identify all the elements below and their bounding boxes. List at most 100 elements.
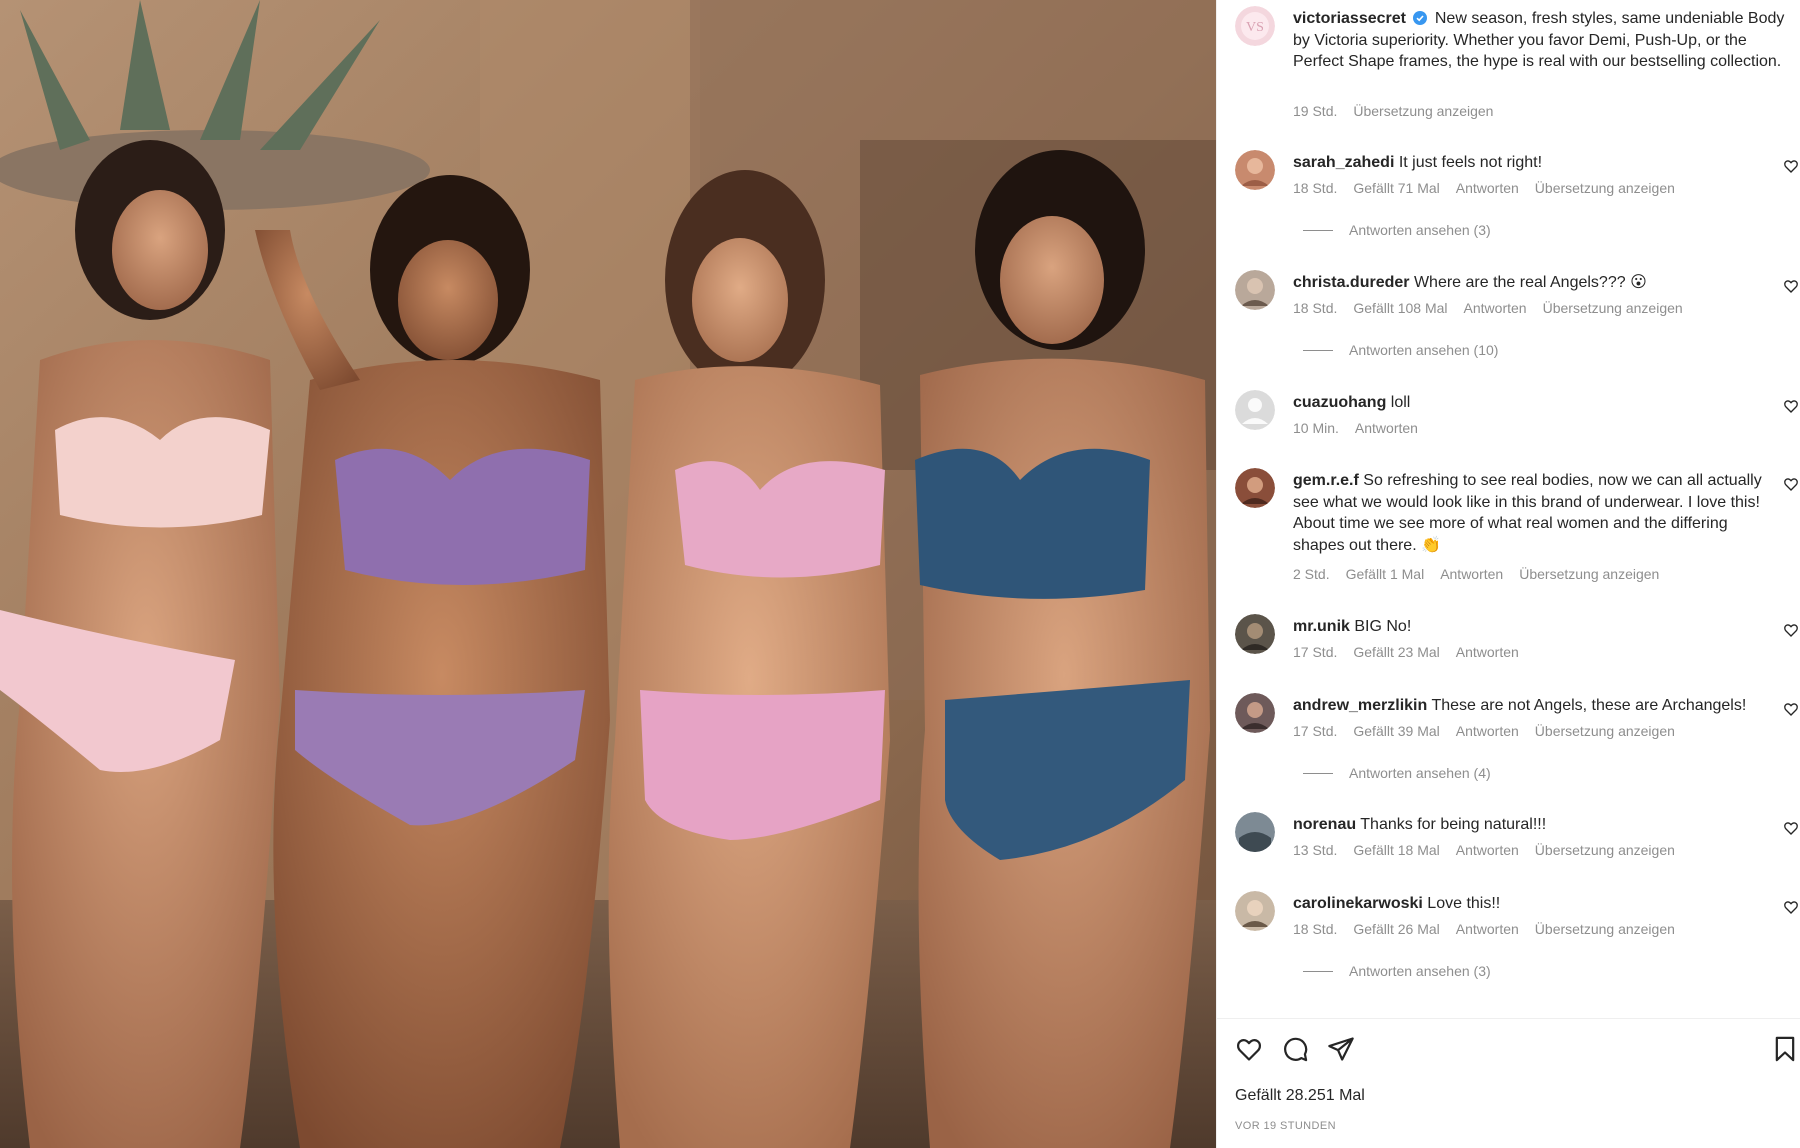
comment-text: Where are the real Angels??? 😮	[1413, 274, 1647, 291]
caption-text-block: victoriassecret New season, fresh styles…	[1293, 8, 1793, 73]
comment-heart-icon[interactable]	[1783, 701, 1799, 717]
replies-divider	[1303, 772, 1333, 774]
view-replies-button[interactable]: Antworten ansehen (3)	[1303, 963, 1491, 979]
comment-heart-icon[interactable]	[1783, 398, 1799, 414]
comment-likes[interactable]: Gefällt 39 Mal	[1353, 723, 1439, 739]
comment-heart-icon[interactable]	[1783, 278, 1799, 294]
view-replies-button[interactable]: Antworten ansehen (3)	[1303, 222, 1491, 238]
comment-text: BIG No!	[1354, 618, 1412, 635]
caption-translate-link[interactable]: Übersetzung anzeigen	[1353, 103, 1493, 119]
comment-reply-link[interactable]: Antworten	[1456, 921, 1519, 937]
comment-username[interactable]: sarah_zahedi	[1293, 154, 1394, 171]
comment-reply-link[interactable]: Antworten	[1456, 842, 1519, 858]
comment-translate-link[interactable]: Übersetzung anzeigen	[1535, 842, 1675, 858]
account-avatar[interactable]: VS	[1235, 6, 1275, 46]
comments-scroll[interactable]: VS victoriassecret New season, fresh sty…	[1217, 0, 1800, 1018]
comment-text-block: mr.unik BIG No!	[1293, 616, 1765, 638]
caption-time[interactable]: 19 Std.	[1293, 103, 1337, 119]
comment-likes[interactable]: Gefällt 18 Mal	[1353, 842, 1439, 858]
commenter-avatar[interactable]	[1235, 614, 1275, 654]
comment-likes[interactable]: Gefällt 108 Mal	[1353, 300, 1447, 316]
comment-reply-link[interactable]: Antworten	[1456, 644, 1519, 660]
likes-count[interactable]: Gefällt 28.251 Mal	[1235, 1087, 1365, 1105]
comment-heart-icon[interactable]	[1783, 476, 1799, 492]
comment-likes[interactable]: Gefällt 1 Mal	[1346, 566, 1425, 582]
comment-username[interactable]: norenau	[1293, 816, 1356, 833]
comment-translate-link[interactable]: Übersetzung anzeigen	[1535, 723, 1675, 739]
comment-text: loll	[1390, 394, 1411, 411]
view-replies-label: Antworten ansehen (4)	[1349, 765, 1491, 781]
comment-meta: 18 Std. Gefällt 108 Mal Antworten Überse…	[1293, 300, 1683, 316]
comment-username[interactable]: cuazuohang	[1293, 394, 1386, 411]
post-timestamp[interactable]: VOR 19 STUNDEN	[1235, 1120, 1336, 1132]
comment-heart-icon[interactable]	[1783, 622, 1799, 638]
comment-username[interactable]: christa.dureder	[1293, 274, 1409, 291]
comment-reply-link[interactable]: Antworten	[1456, 180, 1519, 196]
comment-username[interactable]: mr.unik	[1293, 618, 1350, 635]
comment-reply-link[interactable]: Antworten	[1355, 420, 1418, 436]
comment-meta: 13 Std. Gefällt 18 Mal Antworten Überset…	[1293, 842, 1675, 858]
caption-username[interactable]: victoriassecret	[1293, 10, 1406, 27]
view-replies-button[interactable]: Antworten ansehen (4)	[1303, 765, 1491, 781]
comment-reply-link[interactable]: Antworten	[1456, 723, 1519, 739]
caption-meta: 19 Std. Übersetzung anzeigen	[1293, 103, 1493, 119]
view-replies-label: Antworten ansehen (3)	[1349, 963, 1491, 979]
comment-time[interactable]: 18 Std.	[1293, 921, 1337, 937]
comment-heart-icon[interactable]	[1783, 820, 1799, 836]
comment-username[interactable]: gem.r.e.f	[1293, 472, 1359, 489]
svg-text:VS: VS	[1246, 20, 1264, 35]
comment-heart-icon[interactable]	[1783, 899, 1799, 915]
comment-translate-link[interactable]: Übersetzung anzeigen	[1543, 300, 1683, 316]
commenter-avatar[interactable]	[1235, 891, 1275, 931]
verified-badge-icon	[1413, 11, 1428, 25]
comment-text-block: norenau Thanks for being natural!!!	[1293, 814, 1765, 836]
view-replies-label: Antworten ansehen (3)	[1349, 222, 1491, 238]
comment-time[interactable]: 17 Std.	[1293, 644, 1337, 660]
comment-meta: 18 Std. Gefällt 71 Mal Antworten Überset…	[1293, 180, 1675, 196]
commenter-avatar[interactable]	[1235, 270, 1275, 310]
comment-time[interactable]: 18 Std.	[1293, 180, 1337, 196]
comment-icon[interactable]	[1281, 1035, 1309, 1063]
comment-time[interactable]: 2 Std.	[1293, 566, 1330, 582]
comment-translate-link[interactable]: Übersetzung anzeigen	[1535, 921, 1675, 937]
commenter-avatar[interactable]	[1235, 693, 1275, 733]
comment-translate-link[interactable]: Übersetzung anzeigen	[1519, 566, 1659, 582]
comments-panel: VS victoriassecret New season, fresh sty…	[1216, 0, 1800, 1148]
comment-translate-link[interactable]: Übersetzung anzeigen	[1535, 180, 1675, 196]
photo-image	[0, 0, 1216, 1148]
comment-reply-link[interactable]: Antworten	[1440, 566, 1503, 582]
comment-text-block: gem.r.e.f So refreshing to see real bodi…	[1293, 470, 1765, 556]
comment-heart-icon[interactable]	[1783, 158, 1799, 174]
share-icon[interactable]	[1327, 1035, 1355, 1063]
view-replies-button[interactable]: Antworten ansehen (10)	[1303, 342, 1498, 358]
comment-text-block: christa.dureder Where are the real Angel…	[1293, 272, 1765, 294]
default-avatar-icon	[1235, 390, 1275, 430]
commenter-avatar[interactable]	[1235, 390, 1275, 430]
bookmark-icon[interactable]	[1771, 1035, 1799, 1063]
post-photo[interactable]	[0, 0, 1216, 1148]
comment-likes[interactable]: Gefällt 26 Mal	[1353, 921, 1439, 937]
comment-time[interactable]: 10 Min.	[1293, 420, 1339, 436]
comment-text-block: carolinekarwoski Love this!!	[1293, 893, 1765, 915]
comment-username[interactable]: carolinekarwoski	[1293, 895, 1423, 912]
comment-text-block: andrew_merzlikin These are not Angels, t…	[1293, 695, 1765, 717]
post-footer: Gefällt 28.251 Mal VOR 19 STUNDEN	[1217, 1018, 1800, 1148]
comment-likes[interactable]: Gefällt 23 Mal	[1353, 644, 1439, 660]
comment-username[interactable]: andrew_merzlikin	[1293, 697, 1427, 714]
replies-divider	[1303, 970, 1333, 972]
commenter-avatar[interactable]	[1235, 150, 1275, 190]
view-replies-label: Antworten ansehen (10)	[1349, 342, 1499, 358]
comment-reply-link[interactable]: Antworten	[1464, 300, 1527, 316]
heart-icon[interactable]	[1235, 1035, 1263, 1063]
comment-likes[interactable]: Gefällt 71 Mal	[1353, 180, 1439, 196]
commenter-avatar[interactable]	[1235, 812, 1275, 852]
comment-text: So refreshing to see real bodies, now we…	[1293, 472, 1762, 554]
replies-divider	[1303, 349, 1333, 351]
comment-time[interactable]: 13 Std.	[1293, 842, 1337, 858]
comment-time[interactable]: 17 Std.	[1293, 723, 1337, 739]
comment-time[interactable]: 18 Std.	[1293, 300, 1337, 316]
comment-text: Thanks for being natural!!!	[1360, 816, 1547, 833]
instagram-post: VS victoriassecret New season, fresh sty…	[0, 0, 1800, 1148]
commenter-avatar[interactable]	[1235, 468, 1275, 508]
vs-logo-icon: VS	[1235, 6, 1275, 46]
